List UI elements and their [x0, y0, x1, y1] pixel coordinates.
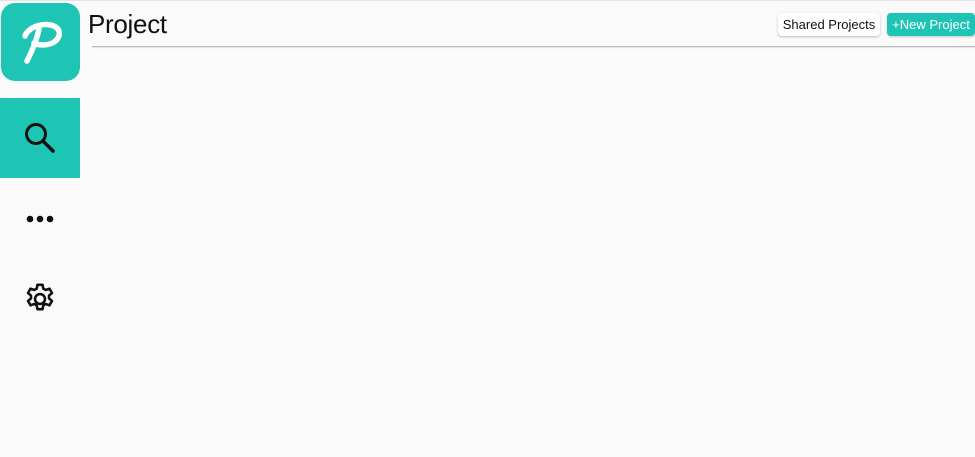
- search-icon: [25, 123, 55, 153]
- new-project-button[interactable]: +New Project: [887, 13, 975, 36]
- sidebar-item-more[interactable]: [0, 179, 80, 259]
- app-window: Project Shared Projects +New Project: [0, 0, 975, 457]
- sidebar-item-settings[interactable]: [0, 259, 80, 339]
- logo-p-mark: [22, 21, 63, 64]
- more-horizontal-icon: [26, 215, 54, 223]
- sidebar-item-search[interactable]: [0, 98, 80, 178]
- header-divider: [92, 46, 975, 47]
- page-title: Project: [88, 9, 167, 39]
- app-logo[interactable]: [1, 3, 80, 81]
- gear-icon: [26, 283, 54, 311]
- shared-projects-button[interactable]: Shared Projects: [778, 13, 880, 36]
